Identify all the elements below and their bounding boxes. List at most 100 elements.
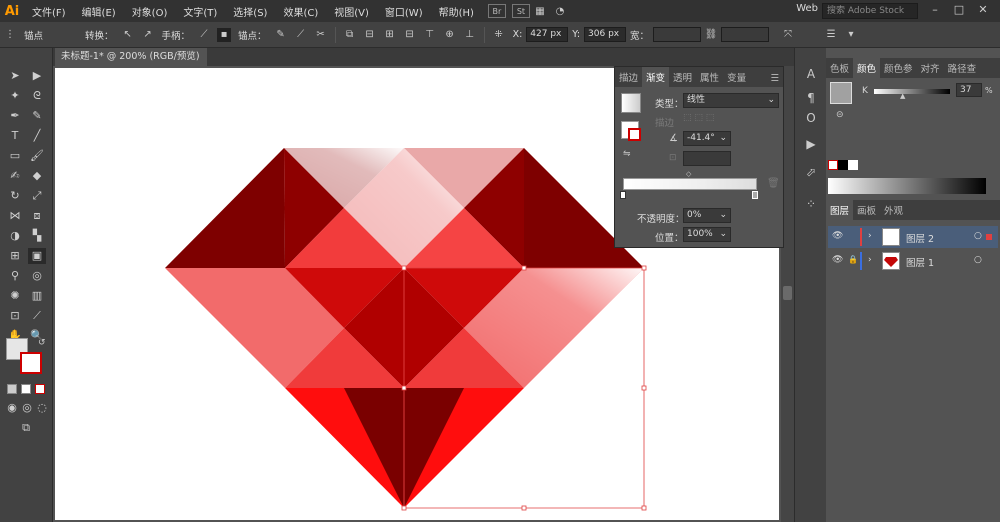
- tab-appearance[interactable]: 外观: [880, 200, 907, 220]
- show-handles-icon[interactable]: ⟋: [197, 28, 211, 42]
- color-stop-left[interactable]: [620, 191, 626, 199]
- convert-corner-icon[interactable]: ↖: [121, 28, 135, 42]
- color-stop-right[interactable]: [752, 191, 758, 199]
- visibility-icon[interactable]: 👁: [832, 255, 843, 265]
- tab-color[interactable]: 颜色: [853, 58, 881, 78]
- workspace-switcher[interactable]: Web: [796, 3, 818, 14]
- anchor-handle[interactable]: [401, 385, 407, 391]
- artboards-panel-icon[interactable]: ⁘: [803, 196, 819, 212]
- blend-tool-icon[interactable]: ◎: [28, 268, 46, 284]
- align-center-icon[interactable]: ⊞: [383, 28, 397, 42]
- eyedropper-icon[interactable]: ⚲: [6, 268, 24, 284]
- reverse-gradient-icon[interactable]: ⇋: [623, 149, 631, 159]
- opentype-panel-icon[interactable]: O: [803, 110, 819, 126]
- perspective-grid-icon[interactable]: ▚: [28, 228, 46, 244]
- menu-object[interactable]: 对象(O): [124, 4, 176, 19]
- layer-row[interactable]: 👁 🔒 › 图层 1 ○: [828, 250, 998, 272]
- rotate-tool-icon[interactable]: ↻: [6, 188, 24, 204]
- connect-anchor-icon[interactable]: ⟋: [294, 28, 308, 42]
- midpoint-diamond[interactable]: ◇: [686, 170, 691, 178]
- mesh-tool-icon[interactable]: ⊞: [6, 248, 24, 264]
- menu-view[interactable]: 视图(V): [326, 4, 377, 19]
- target-icon[interactable]: ○: [974, 255, 982, 265]
- panel-toggle-icon[interactable]: ☰: [824, 28, 838, 42]
- line-tool-icon[interactable]: ╱: [28, 128, 46, 144]
- paragraph-panel-icon[interactable]: ¶: [803, 90, 819, 106]
- k-slider[interactable]: [874, 89, 950, 94]
- reference-point-icon[interactable]: ⁜: [492, 28, 506, 42]
- paintbrush-icon[interactable]: 🖌: [28, 148, 46, 164]
- white-swatch[interactable]: [848, 160, 858, 170]
- anchor-handle[interactable]: [641, 385, 647, 391]
- panel-menu-icon[interactable]: ☰: [766, 70, 783, 87]
- symbol-sprayer-icon[interactable]: ✺: [6, 288, 24, 304]
- menu-effect[interactable]: 效果(C): [275, 4, 326, 19]
- gradient-preview-swatch[interactable]: [621, 93, 641, 113]
- x-field[interactable]: 427 px: [526, 27, 569, 42]
- type-tool-icon[interactable]: T: [6, 128, 24, 144]
- remove-anchor-icon[interactable]: ✎: [274, 28, 288, 42]
- curvature-tool-icon[interactable]: ✎: [28, 108, 46, 124]
- graph-tool-icon[interactable]: ▥: [28, 288, 46, 304]
- anchor-handle[interactable]: [401, 265, 407, 271]
- width-tool-icon[interactable]: ⋈: [6, 208, 24, 224]
- arrange-docs-icon[interactable]: ▦: [533, 4, 547, 18]
- tab-artboards[interactable]: 画板: [853, 200, 880, 220]
- link-icon[interactable]: ⛓: [704, 28, 718, 42]
- position-field[interactable]: 100% ⌄: [683, 227, 731, 242]
- isolate-icon[interactable]: ⧉: [343, 28, 357, 42]
- tab-swatches[interactable]: 色板: [826, 58, 853, 78]
- tab-variables[interactable]: 变量: [723, 67, 750, 87]
- minimize-icon[interactable]: –: [926, 3, 944, 19]
- scroll-thumb[interactable]: [783, 286, 792, 300]
- cut-path-icon[interactable]: ✂: [314, 28, 328, 42]
- align-middle-icon[interactable]: ⊕: [443, 28, 457, 42]
- menu-window[interactable]: 窗口(W): [377, 4, 431, 19]
- k-slider-thumb[interactable]: ▲: [900, 92, 905, 100]
- menu-help[interactable]: 帮助(H): [431, 4, 482, 19]
- aspect-ratio-field[interactable]: [683, 151, 731, 166]
- gradient-type-select[interactable]: 线性 ⌄: [683, 93, 779, 108]
- character-panel-icon[interactable]: A: [803, 66, 819, 82]
- shape-builder-icon[interactable]: ◑: [6, 228, 24, 244]
- width-field[interactable]: [653, 27, 702, 42]
- align-right-icon[interactable]: ⊟: [403, 28, 417, 42]
- menu-file[interactable]: 文件(F): [24, 4, 74, 19]
- gradient-mode-icon[interactable]: [21, 384, 31, 394]
- tab-gradient[interactable]: 渐变: [642, 67, 670, 87]
- expand-icon[interactable]: ›: [868, 231, 872, 241]
- tab-pathfinder[interactable]: 路径查: [944, 58, 981, 78]
- lock-icon[interactable]: 🔒: [848, 255, 858, 264]
- delete-stop-icon[interactable]: 🗑: [767, 178, 780, 189]
- color-spectrum-bar[interactable]: [828, 178, 986, 194]
- opacity-field[interactable]: 0% ⌄: [683, 208, 731, 223]
- align-left-icon[interactable]: ⊟: [363, 28, 377, 42]
- anchor-handle[interactable]: [641, 505, 647, 511]
- hide-handles-icon[interactable]: ▪: [217, 27, 232, 42]
- tab-transparency[interactable]: 透明: [669, 67, 696, 87]
- menu-icon[interactable]: ▾: [844, 28, 858, 42]
- none-mode-icon[interactable]: [35, 384, 45, 394]
- color-mode-icon[interactable]: [7, 384, 17, 394]
- expand-icon[interactable]: ›: [868, 255, 872, 265]
- tab-color-guide[interactable]: 颜色参: [880, 58, 917, 78]
- menu-select[interactable]: 选择(S): [225, 4, 275, 19]
- visibility-icon[interactable]: 👁: [832, 231, 843, 241]
- y-field[interactable]: 306 px: [584, 27, 627, 42]
- eraser-icon[interactable]: ◆: [28, 168, 46, 184]
- current-color-swatch[interactable]: [830, 82, 852, 104]
- height-field[interactable]: [721, 27, 770, 42]
- black-swatch[interactable]: [838, 160, 848, 170]
- close-icon[interactable]: ✕: [974, 3, 992, 19]
- none-swatch[interactable]: [828, 160, 838, 170]
- selection-tool-icon[interactable]: ➤: [6, 68, 24, 84]
- stock-icon[interactable]: St: [511, 4, 530, 18]
- angle-field[interactable]: -41.4° ⌄: [683, 131, 731, 146]
- convert-smooth-icon[interactable]: ↗: [141, 28, 155, 42]
- artboard-tool-icon[interactable]: ⊡: [6, 308, 24, 324]
- swap-icon[interactable]: ↺: [38, 338, 46, 348]
- none-stroke-icon[interactable]: [628, 128, 641, 141]
- layer-name[interactable]: 图层 1: [906, 255, 934, 269]
- tab-attributes[interactable]: 属性: [696, 67, 723, 87]
- gradient-slider[interactable]: [623, 178, 757, 190]
